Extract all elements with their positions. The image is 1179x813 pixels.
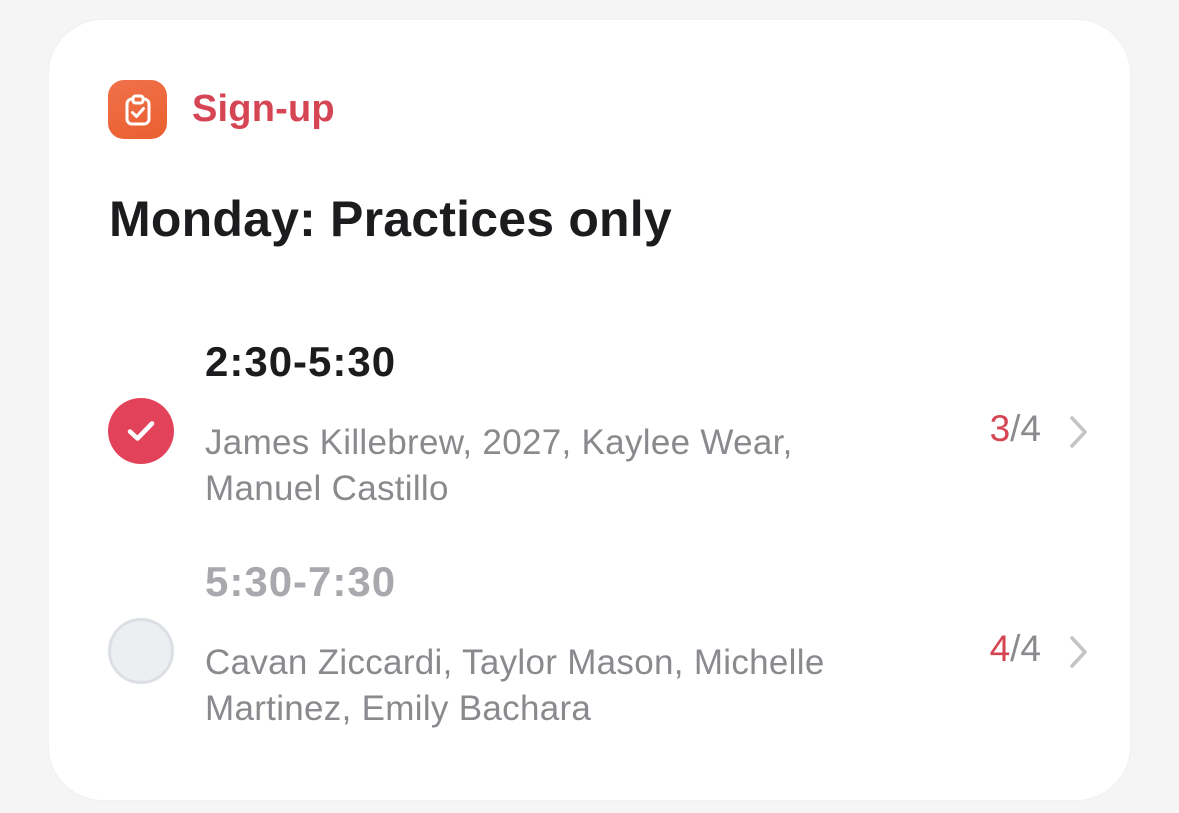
slot-filled-count: 3	[989, 408, 1011, 449]
slot-participants: Cavan Ziccardi, Taylor Mason, Michelle M…	[205, 643, 825, 728]
widget-header: Sign-up	[108, 80, 335, 139]
slot-capacity-total: /4	[1010, 408, 1041, 449]
event-title: Monday: Practices only	[109, 191, 672, 247]
checkmark-icon	[127, 421, 155, 441]
chevron-right-icon[interactable]	[1063, 634, 1093, 670]
signup-widget-card[interactable]: Sign-up Monday: Practices only 2:30-5:30…	[49, 20, 1130, 800]
time-slot-row[interactable]: 2:30-5:30 James Killebrew, 2027, Kaylee …	[108, 338, 1093, 508]
slot-capacity: 4/4	[990, 628, 1041, 670]
clipboard-check-icon	[108, 80, 167, 139]
time-slot-row[interactable]: 5:30-7:30 Cavan Ziccardi, Taylor Mason, …	[108, 558, 1093, 728]
slot-time: 5:30-7:30	[205, 558, 397, 605]
slot-selected-radio[interactable]	[108, 398, 174, 464]
slot-capacity-total: /4	[1010, 628, 1041, 669]
slot-time: 2:30-5:30	[205, 338, 397, 385]
slot-filled-count: 4	[989, 628, 1011, 669]
slot-participants: James Killebrew, 2027, Kaylee Wear, Manu…	[205, 423, 793, 508]
slot-capacity: 3/4	[990, 408, 1041, 450]
chevron-right-icon[interactable]	[1063, 414, 1093, 450]
app-name: Sign-up	[192, 88, 335, 130]
slot-unselected-radio[interactable]	[108, 618, 174, 684]
